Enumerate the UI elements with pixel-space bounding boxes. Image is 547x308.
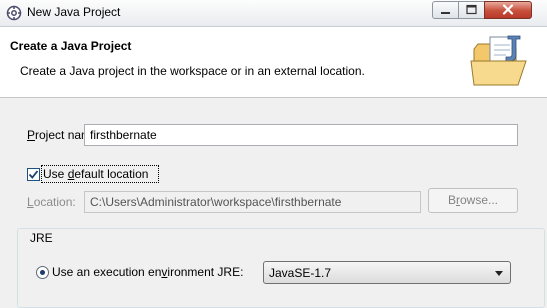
execution-environment-label[interactable]: Use an execution environment JRE: bbox=[52, 265, 243, 279]
dropdown-arrow-icon bbox=[495, 271, 503, 276]
wizard-title: Create a Java Project bbox=[10, 39, 132, 53]
project-name-input[interactable]: firsthbernate bbox=[84, 124, 518, 146]
jre-environment-value: JavaSE-1.7 bbox=[269, 266, 332, 280]
use-default-location-label[interactable]: Use default location bbox=[43, 167, 148, 181]
title-bar[interactable]: New Java Project bbox=[0, 0, 547, 27]
window-title: New Java Project bbox=[27, 5, 121, 19]
location-input[interactable]: C:\Users\Administrator\workspace\firsthb… bbox=[84, 191, 421, 213]
checkmark-icon bbox=[28, 170, 39, 179]
close-icon bbox=[502, 4, 514, 15]
jre-environment-select[interactable]: JavaSE-1.7 bbox=[263, 261, 511, 284]
radio-selected-dot bbox=[40, 270, 45, 275]
java-project-folder-icon bbox=[470, 35, 527, 86]
maximize-button[interactable] bbox=[458, 1, 485, 19]
location-label: Location: bbox=[27, 195, 76, 209]
minimize-icon bbox=[441, 12, 450, 14]
minimize-button[interactable] bbox=[432, 1, 459, 19]
wizard-description: Create a Java project in the workspace o… bbox=[20, 64, 365, 78]
execution-environment-radio[interactable] bbox=[36, 266, 49, 279]
new-java-project-window: New Java Project Create a Java Project C… bbox=[0, 0, 547, 308]
browse-button[interactable]: Browse... bbox=[428, 188, 518, 213]
app-icon bbox=[6, 5, 22, 21]
use-default-location-checkbox[interactable] bbox=[27, 168, 40, 181]
wizard-header: Create a Java Project Create a Java proj… bbox=[0, 27, 547, 98]
jre-group-label: JRE bbox=[27, 231, 56, 245]
close-button[interactable] bbox=[484, 1, 532, 19]
wizard-content: Project name: firsthbernate Use default … bbox=[0, 98, 547, 308]
maximize-icon bbox=[466, 4, 477, 15]
